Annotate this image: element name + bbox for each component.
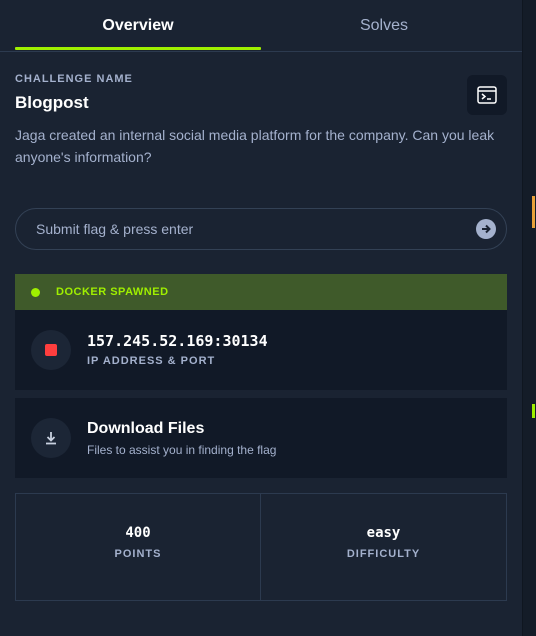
active-tab-indicator: [15, 47, 261, 50]
docker-status-text: DOCKER SPAWNED: [56, 286, 169, 298]
ip-address-card: 157.245.52.169:30134 IP ADDRESS & PORT: [15, 310, 507, 390]
flag-input[interactable]: [36, 209, 456, 249]
challenge-panel: Overview Solves CHALLENGE NAME Blogpost …: [0, 0, 522, 636]
difficulty-value: easy: [366, 525, 401, 541]
arrow-right-circle-icon: [482, 224, 491, 234]
challenge-description: Jaga created an internal social media pl…: [15, 127, 495, 165]
stop-docker-button[interactable]: [31, 330, 71, 370]
background-accent-bar: [532, 196, 535, 228]
submit-flag-button[interactable]: [476, 219, 496, 239]
tab-solves[interactable]: Solves: [261, 0, 507, 52]
download-button[interactable]: [31, 418, 71, 458]
points-value: 400: [125, 525, 151, 541]
difficulty-stat: easy DIFFICULTY: [261, 494, 506, 600]
tab-overview[interactable]: Overview: [15, 0, 261, 52]
docker-status-banner: DOCKER SPAWNED: [15, 274, 507, 310]
points-stat: 400 POINTS: [16, 494, 261, 600]
background-page-edge: [522, 0, 536, 636]
download-files-subtitle: Files to assist you in finding the flag: [87, 443, 277, 457]
tab-bar: Overview Solves: [0, 0, 522, 52]
download-files-card[interactable]: Download Files Files to assist you in fi…: [15, 398, 507, 478]
challenge-stats: 400 POINTS easy DIFFICULTY: [15, 493, 507, 601]
flag-input-wrapper: [15, 208, 507, 250]
difficulty-label: DIFFICULTY: [346, 548, 421, 560]
status-dot-icon: [31, 287, 40, 297]
challenge-name-label: CHALLENGE NAME: [15, 73, 133, 85]
background-accent-bar: [532, 404, 535, 418]
download-icon: [46, 432, 56, 445]
terminal-icon: [477, 86, 497, 104]
challenge-title: Blogpost: [15, 93, 89, 112]
ip-port-value[interactable]: 157.245.52.169:30134: [87, 332, 268, 350]
stop-icon: [45, 344, 57, 356]
points-label: POINTS: [114, 548, 162, 560]
download-files-title[interactable]: Download Files: [87, 420, 204, 438]
open-terminal-button[interactable]: [467, 75, 507, 115]
ip-port-label: IP ADDRESS & PORT: [87, 355, 216, 367]
